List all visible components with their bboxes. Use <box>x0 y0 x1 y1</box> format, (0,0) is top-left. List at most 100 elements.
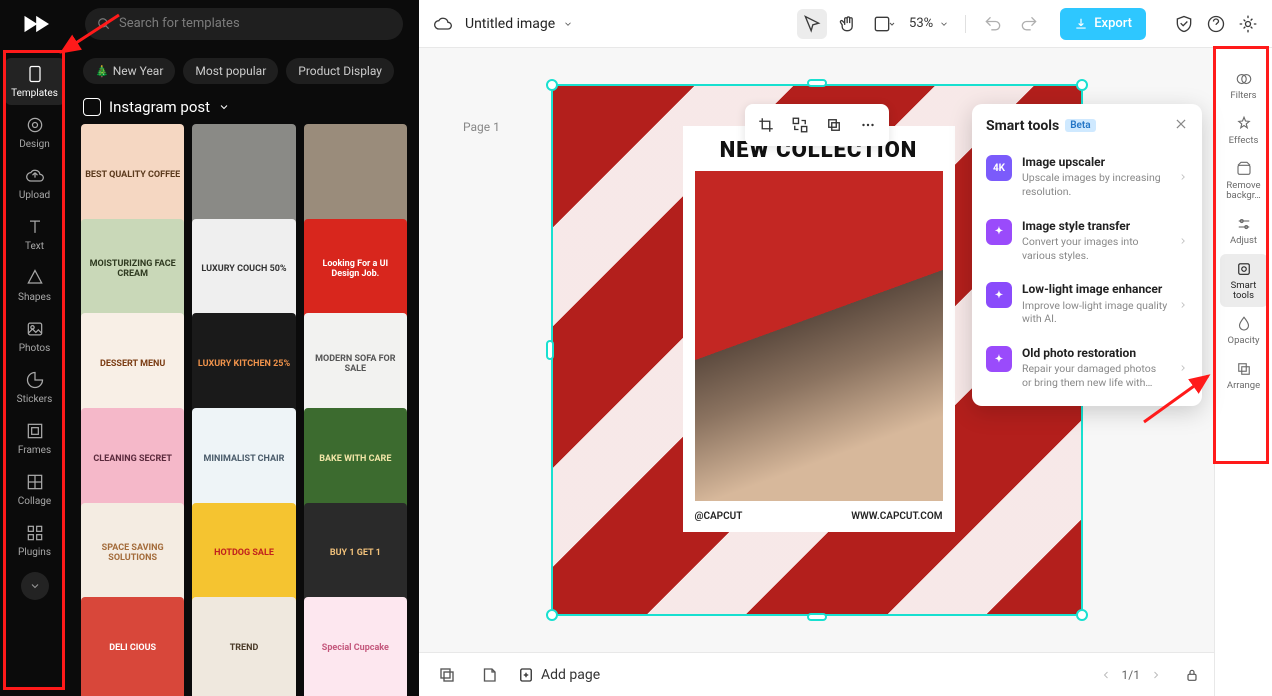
export-label: Export <box>1094 16 1132 31</box>
poster-url: WWW.CAPCUT.COM <box>851 511 942 522</box>
template-thumb[interactable]: LUXURY COUCH 50% <box>192 219 295 322</box>
rrail-opacity[interactable]: Opacity <box>1220 309 1268 352</box>
rrail-filters[interactable]: Filters <box>1220 64 1268 107</box>
resize-handle-br[interactable] <box>1076 609 1088 621</box>
template-thumb[interactable]: MOISTURIZING FACE CREAM <box>81 219 184 322</box>
undo-button[interactable] <box>978 9 1008 39</box>
resize-handle-l[interactable] <box>546 340 554 360</box>
rail-label: Shapes <box>18 292 51 303</box>
chip-most-popular[interactable]: Most popular <box>183 58 278 84</box>
smart-tool-item[interactable]: ✦ Image style transfer Convert your imag… <box>972 209 1202 273</box>
search-placeholder: Search for templates <box>119 16 240 31</box>
template-thumb[interactable]: BAKE WITH CARE <box>304 408 407 511</box>
chevron-right-icon <box>1178 167 1188 186</box>
smart-tool-item[interactable]: ✦ Low-light image enhancer Improve low-l… <box>972 272 1202 336</box>
rail-upload[interactable]: Upload <box>5 160 65 207</box>
template-thumb[interactable]: BEST QUALITY COFFEE <box>81 124 184 227</box>
rail-collage[interactable]: Collage <box>5 466 65 513</box>
rail-design[interactable]: Design <box>5 109 65 156</box>
cursor-tool[interactable] <box>797 9 827 39</box>
add-page-button[interactable]: Add page <box>517 666 600 684</box>
rrail-smart-tools[interactable]: Smart tools <box>1220 254 1268 307</box>
rail-text[interactable]: Text <box>5 211 65 258</box>
template-thumb[interactable]: DELI CIOUS <box>81 597 184 696</box>
template-thumb[interactable]: MINIMALIST CHAIR <box>192 408 295 511</box>
resize-handle-tl[interactable] <box>546 79 558 91</box>
rail-photos[interactable]: Photos <box>5 313 65 360</box>
right-rail: Filters Effects Remove backgr… Adjust Sm… <box>1214 48 1272 696</box>
settings-icon[interactable] <box>1238 14 1258 34</box>
rail-plugins[interactable]: Plugins <box>5 517 65 564</box>
crop-icon <box>757 116 775 134</box>
rail-label: Templates <box>11 88 58 99</box>
export-button[interactable]: Export <box>1060 8 1146 40</box>
smart-tools-panel: Smart tools Beta 4K Image upscaler Upsca… <box>972 104 1202 406</box>
download-icon <box>1074 17 1088 31</box>
lock-icon[interactable] <box>1184 667 1200 683</box>
rrail-effects[interactable]: Effects <box>1220 109 1268 152</box>
chip-product-display[interactable]: Product Display <box>286 58 394 84</box>
template-thumb[interactable]: TREND <box>192 597 295 696</box>
rrail-remove-bg[interactable]: Remove backgr… <box>1220 154 1268 207</box>
notes-button[interactable] <box>475 661 503 689</box>
floating-toolbar <box>745 104 889 146</box>
resize-handle-t[interactable] <box>807 79 827 87</box>
template-thumb[interactable]: Looking For a UI Design Job. <box>304 219 407 322</box>
search-input[interactable]: Search for templates <box>85 8 403 40</box>
rrail-label: Opacity <box>1228 336 1260 346</box>
resize-handle-b[interactable] <box>807 613 827 621</box>
smart-tool-item[interactable]: 4K Image upscaler Upscale images by incr… <box>972 145 1202 209</box>
template-thumb[interactable]: BUY 1 GET 1 <box>304 503 407 606</box>
hand-tool[interactable] <box>833 9 863 39</box>
chevron-down-icon <box>563 19 573 29</box>
template-thumb[interactable]: Special Cupcake <box>304 597 407 696</box>
template-thumb[interactable] <box>192 124 295 227</box>
template-thumb[interactable] <box>304 124 407 227</box>
template-thumb[interactable]: HOTDOG SALE <box>192 503 295 606</box>
replace-button[interactable] <box>785 110 815 140</box>
template-thumb[interactable]: MODERN SOFA FOR SALE <box>304 313 407 416</box>
template-grid[interactable]: BEST QUALITY COFFEEMOISTURIZING FACE CRE… <box>69 124 419 696</box>
document-title[interactable]: Untitled image <box>465 16 573 32</box>
template-thumb[interactable]: DESSERT MENU <box>81 313 184 416</box>
smart-tool-body: Low-light image enhancer Improve low-lig… <box>1022 282 1168 326</box>
poster-handle: @CAPCUT <box>695 511 743 522</box>
redo-button[interactable] <box>1014 9 1044 39</box>
layers-button[interactable] <box>433 661 461 689</box>
chevron-down-icon <box>939 19 949 29</box>
rrail-adjust[interactable]: Adjust <box>1220 209 1268 252</box>
more-button[interactable] <box>853 110 883 140</box>
cloud-icon[interactable] <box>433 14 453 34</box>
detach-button[interactable] <box>819 110 849 140</box>
rrail-label: Arrange <box>1227 381 1260 391</box>
template-thumb[interactable]: LUXURY KITCHEN 25% <box>192 313 295 416</box>
chevron-down-icon <box>218 101 230 113</box>
rrail-arrange[interactable]: Arrange <box>1220 354 1268 397</box>
crop-button[interactable] <box>751 110 781 140</box>
resize-handle-tr[interactable] <box>1076 79 1088 91</box>
shield-icon[interactable] <box>1174 14 1194 34</box>
resize-tool[interactable] <box>869 9 899 39</box>
smart-tools-header: Smart tools Beta <box>972 116 1202 145</box>
chip-label: Most popular <box>195 64 266 78</box>
template-thumb[interactable]: CLEANING SECRET <box>81 408 184 511</box>
zoom-control[interactable]: 53% <box>905 16 953 31</box>
category-selector[interactable]: Instagram post <box>69 88 419 124</box>
rail-more[interactable] <box>21 572 49 600</box>
rail-templates[interactable]: Templates <box>5 58 65 105</box>
page-next[interactable] <box>1150 669 1162 681</box>
replace-icon <box>791 116 809 134</box>
rail-stickers[interactable]: Stickers <box>5 364 65 411</box>
rail-shapes[interactable]: Shapes <box>5 262 65 309</box>
help-icon[interactable] <box>1206 14 1226 34</box>
rrail-label: Smart tools <box>1220 281 1268 301</box>
template-thumb[interactable]: SPACE SAVING SOLUTIONS <box>81 503 184 606</box>
resize-handle-bl[interactable] <box>546 609 558 621</box>
more-icon <box>859 116 877 134</box>
topbar-right-icons <box>1160 14 1272 34</box>
page-prev[interactable] <box>1100 669 1112 681</box>
rrail-label: Filters <box>1230 91 1256 101</box>
poster: NEW COLLECTION @CAPCUT WWW.CAPCUT.COM <box>683 126 955 532</box>
rail-frames[interactable]: Frames <box>5 415 65 462</box>
close-button[interactable] <box>1174 116 1188 135</box>
